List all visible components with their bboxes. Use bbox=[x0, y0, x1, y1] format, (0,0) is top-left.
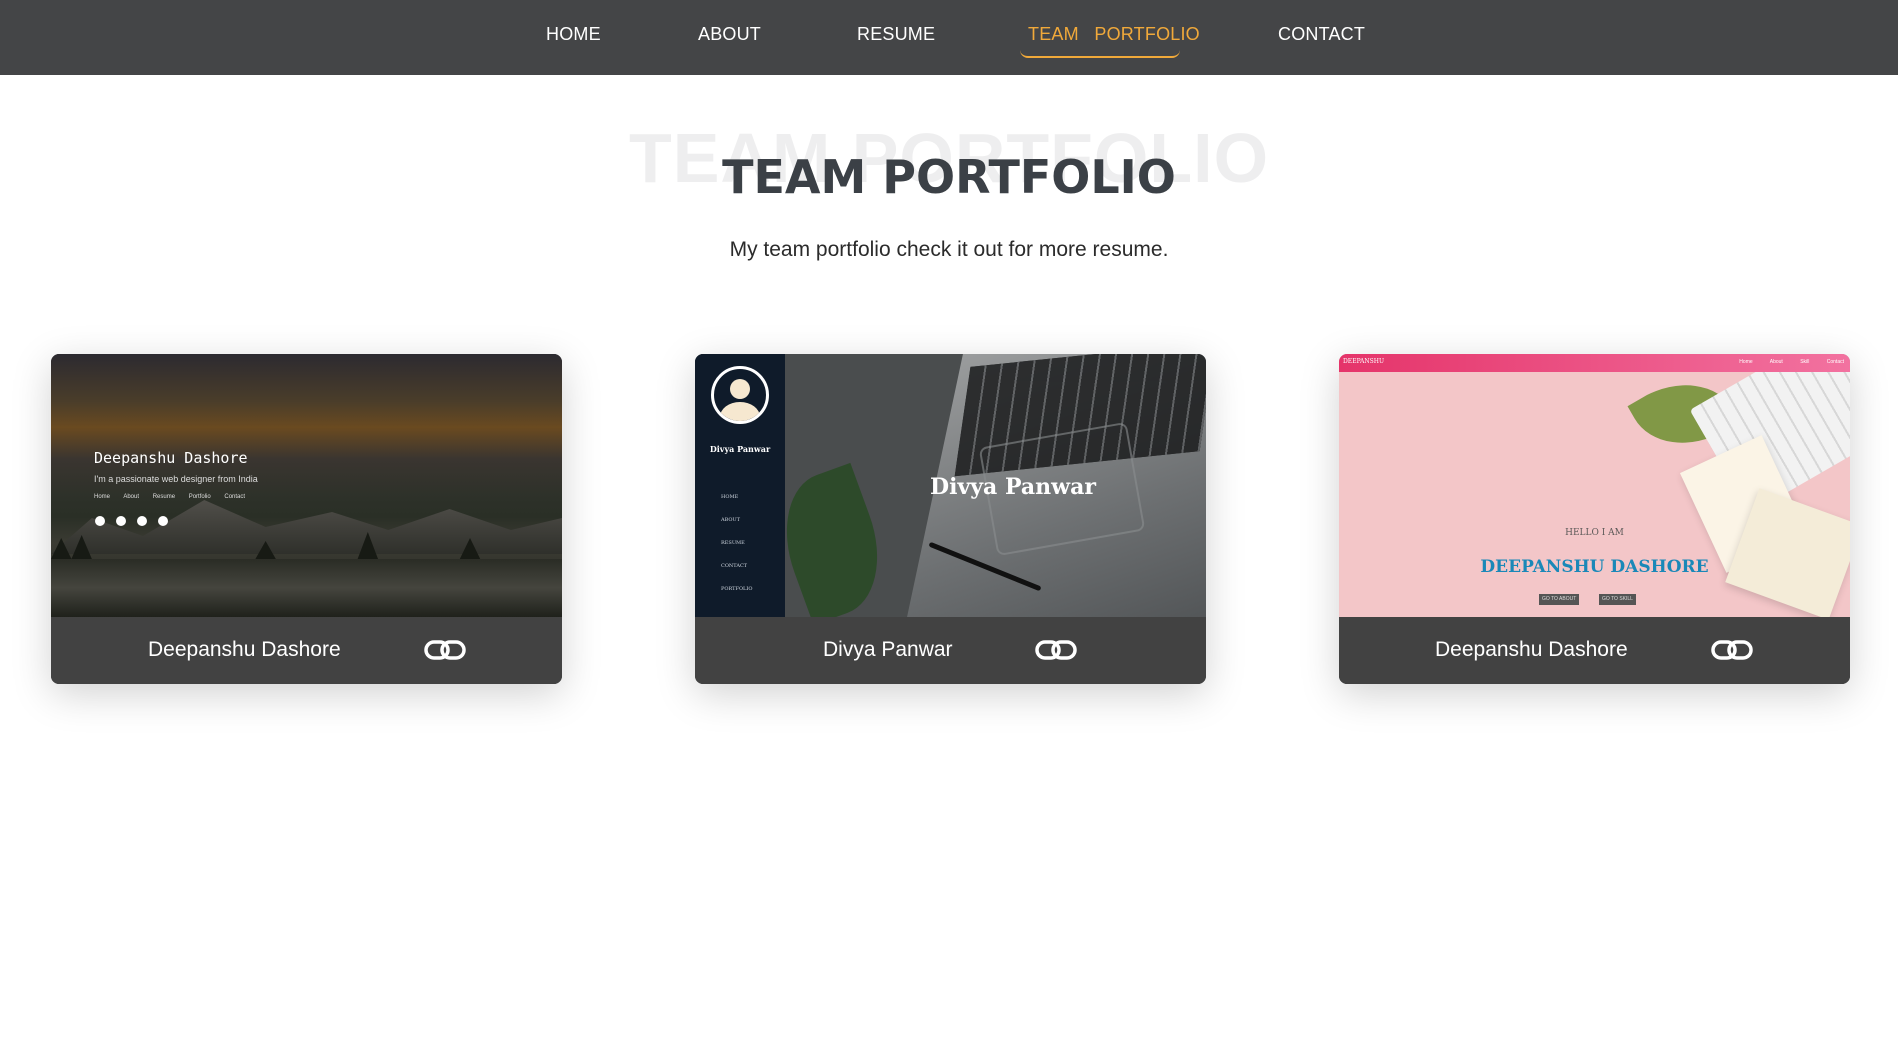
instagram-icon bbox=[137, 516, 147, 526]
thumb-menu-item: HOME bbox=[721, 494, 739, 500]
twitter-icon bbox=[95, 516, 105, 526]
portfolio-card: DEEPANSHU Home About Skill Contact HELLO… bbox=[1339, 354, 1850, 684]
nav-about[interactable]: ABOUT bbox=[698, 24, 761, 45]
link-icon[interactable] bbox=[1711, 637, 1753, 663]
link-icon[interactable] bbox=[424, 637, 466, 663]
card-name: Divya Panwar bbox=[823, 638, 953, 661]
nav-team-portfolio[interactable]: TEAM PORTFOLIO bbox=[1028, 24, 1200, 45]
portfolio-thumbnail[interactable]: Deepanshu Dashore I'm a passionate web d… bbox=[51, 354, 562, 617]
facebook-icon bbox=[116, 516, 126, 526]
active-nav-underline bbox=[1020, 50, 1180, 58]
thumb-links: Home About Skill Contact bbox=[1739, 359, 1844, 365]
thumb-menu: Home About Resume Portfolio Contact bbox=[94, 494, 246, 500]
card-footer: Deepanshu Dashore bbox=[1339, 617, 1850, 684]
section-title: TEAM PORTFOLIO bbox=[722, 150, 1176, 204]
top-navbar: HOME ABOUT RESUME TEAM PORTFOLIO CONTACT bbox=[0, 0, 1898, 75]
linkedin-icon bbox=[158, 516, 168, 526]
thumb-heading: DEEPANSHU DASHORE bbox=[1480, 557, 1709, 577]
portfolio-card: Divya Panwar HOME ABOUT RESUME CONTACT P… bbox=[695, 354, 1206, 684]
thumb-menu-item: RESUME bbox=[721, 540, 745, 546]
thumb-sidebar-name: Divya Panwar bbox=[709, 444, 771, 454]
nav-resume[interactable]: RESUME bbox=[857, 24, 935, 45]
thumb-heading: Deepanshu Dashore bbox=[94, 449, 248, 467]
avatar bbox=[711, 366, 769, 424]
thumb-menu-item: PORTFOLIO bbox=[721, 586, 753, 592]
thumb-menu-item: CONTACT bbox=[721, 563, 748, 569]
thumb-menu-item: ABOUT bbox=[721, 517, 741, 523]
section-subtitle: My team portfolio check it out for more … bbox=[729, 238, 1169, 261]
thumb-button: GO TO SKILL bbox=[1599, 594, 1636, 605]
portfolio-card: Deepanshu Dashore I'm a passionate web d… bbox=[51, 354, 562, 684]
card-footer: Divya Panwar bbox=[695, 617, 1206, 684]
thumb-brand: DEEPANSHU bbox=[1343, 358, 1385, 365]
thumb-tagline: I'm a passionate web designer from India bbox=[94, 474, 258, 484]
portfolio-thumbnail[interactable]: DEEPANSHU Home About Skill Contact HELLO… bbox=[1339, 354, 1850, 617]
thumb-hello: HELLO I AM bbox=[1565, 528, 1624, 538]
nav-home[interactable]: HOME bbox=[546, 24, 601, 45]
thumb-heading: Divya Panwar bbox=[930, 474, 1096, 500]
card-footer: Deepanshu Dashore bbox=[51, 617, 562, 684]
nav-contact[interactable]: CONTACT bbox=[1278, 24, 1365, 45]
thumb-navbar: DEEPANSHU Home About Skill Contact bbox=[1339, 354, 1850, 372]
card-name: Deepanshu Dashore bbox=[148, 638, 341, 661]
thumb-sidebar: Divya Panwar HOME ABOUT RESUME CONTACT P… bbox=[695, 354, 785, 617]
thumb-button: GO TO ABOUT bbox=[1539, 594, 1580, 605]
card-name: Deepanshu Dashore bbox=[1435, 638, 1628, 661]
link-icon[interactable] bbox=[1035, 637, 1077, 663]
portfolio-thumbnail[interactable]: Divya Panwar HOME ABOUT RESUME CONTACT P… bbox=[695, 354, 1206, 617]
